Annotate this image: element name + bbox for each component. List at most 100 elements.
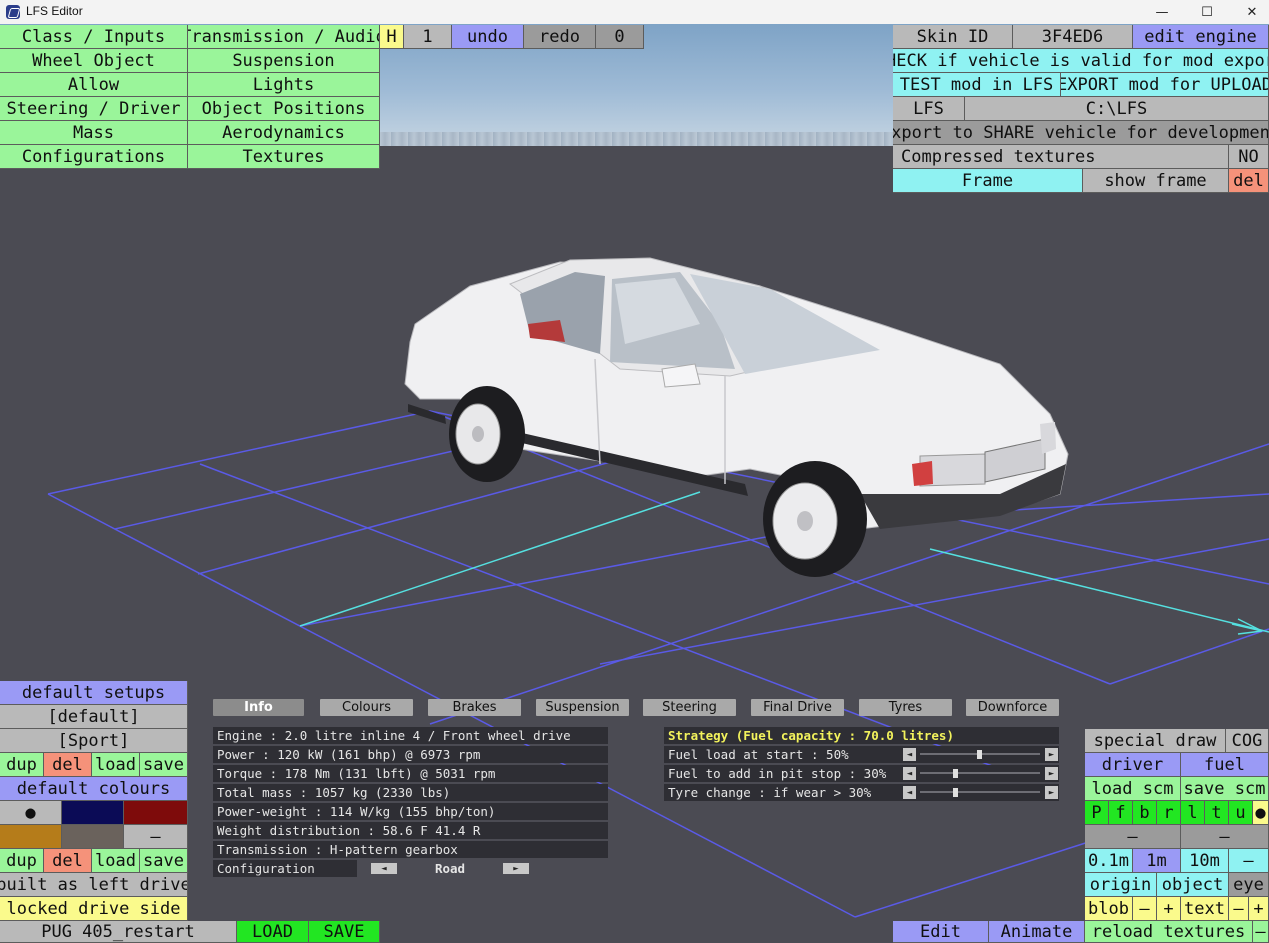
- export-share-button[interactable]: export to SHARE vehicle for development: [893, 121, 1269, 145]
- colour-remove-button[interactable]: –: [124, 825, 188, 849]
- lod-count-button[interactable]: 1: [404, 25, 452, 49]
- toggle-t-button[interactable]: t: [1205, 801, 1229, 825]
- strategy-slider[interactable]: ◄ ►: [900, 765, 1059, 782]
- reload-minus-button[interactable]: –: [1253, 921, 1269, 943]
- setup-default-item[interactable]: [default]: [0, 705, 188, 729]
- tab-tyres[interactable]: Tyres: [859, 699, 952, 716]
- slider-increase-button[interactable]: ►: [1045, 786, 1058, 799]
- slider-decrease-button[interactable]: ◄: [903, 786, 916, 799]
- slider-increase-button[interactable]: ►: [1045, 748, 1058, 761]
- object-button[interactable]: object: [1157, 873, 1229, 897]
- menu-transmission-audio[interactable]: Transmission / Audio: [188, 25, 380, 49]
- colour-del-button[interactable]: del: [44, 849, 92, 873]
- tab-downforce[interactable]: Downforce: [966, 699, 1059, 716]
- tab-steering[interactable]: Steering: [643, 699, 736, 716]
- slider-knob[interactable]: [977, 750, 982, 759]
- redo-button[interactable]: redo: [524, 25, 596, 49]
- default-colours-header[interactable]: default colours: [0, 777, 188, 801]
- check-mod-button[interactable]: CHECK if vehicle is valid for mod export: [893, 49, 1269, 73]
- frame-button[interactable]: Frame: [893, 169, 1083, 193]
- colour-swatch-navy[interactable]: [62, 801, 124, 825]
- menu-object-positions[interactable]: Object Positions: [188, 97, 380, 121]
- origin-button[interactable]: origin: [1085, 873, 1157, 897]
- show-frame-button[interactable]: show frame: [1083, 169, 1229, 193]
- load-scm-button[interactable]: load scm: [1085, 777, 1181, 801]
- menu-mass[interactable]: Mass: [0, 121, 188, 145]
- blob-minus-button[interactable]: –: [1133, 897, 1157, 921]
- setup-sport-item[interactable]: [Sport]: [0, 729, 188, 753]
- special-draw-button[interactable]: special draw: [1085, 729, 1226, 753]
- colour-save-button[interactable]: save: [140, 849, 188, 873]
- tab-info[interactable]: Info: [213, 699, 304, 716]
- delete-frame-button[interactable]: del: [1229, 169, 1269, 193]
- maximize-button[interactable]: ☐: [1184, 0, 1230, 24]
- test-mod-button[interactable]: TEST mod in LFS: [893, 73, 1061, 97]
- close-button[interactable]: ✕: [1229, 0, 1269, 24]
- edit-engine-button[interactable]: edit engine: [1133, 25, 1269, 49]
- slider-decrease-button[interactable]: ◄: [903, 767, 916, 780]
- step-1m-button[interactable]: 1m: [1133, 849, 1181, 873]
- skin-id-value[interactable]: 3F4ED6: [1013, 25, 1133, 49]
- locked-drive-side-button[interactable]: locked drive side: [0, 897, 188, 921]
- menu-textures[interactable]: Textures: [188, 145, 380, 169]
- lfs-path-field[interactable]: C:\LFS: [965, 97, 1269, 121]
- setup-dup-button[interactable]: dup: [0, 753, 44, 777]
- strategy-slider[interactable]: ◄ ►: [900, 784, 1059, 801]
- config-prev-button[interactable]: ◄: [371, 863, 397, 874]
- blob-plus-button[interactable]: +: [1157, 897, 1181, 921]
- driver-button[interactable]: driver: [1085, 753, 1181, 777]
- slider-knob[interactable]: [953, 788, 958, 797]
- built-as-left-drive-button[interactable]: built as left drive: [0, 873, 188, 897]
- save-car-button[interactable]: SAVE: [309, 921, 380, 943]
- toggle-l-button[interactable]: l: [1181, 801, 1205, 825]
- text-button[interactable]: text: [1181, 897, 1229, 921]
- animate-mode-button[interactable]: Animate: [989, 921, 1085, 943]
- step-10m-button[interactable]: 10m: [1181, 849, 1229, 873]
- toggle-u-button[interactable]: u: [1229, 801, 1253, 825]
- setup-del-button[interactable]: del: [44, 753, 92, 777]
- strategy-slider[interactable]: ◄ ►: [900, 746, 1059, 763]
- menu-steering-driver[interactable]: Steering / Driver: [0, 97, 188, 121]
- eye-button[interactable]: eye: [1229, 873, 1269, 897]
- colour-swatch-maroon[interactable]: [124, 801, 188, 825]
- toggle-r-button[interactable]: r: [1157, 801, 1181, 825]
- slider-decrease-button[interactable]: ◄: [903, 748, 916, 761]
- fuel-button[interactable]: fuel: [1181, 753, 1269, 777]
- minimize-button[interactable]: —: [1139, 0, 1185, 24]
- config-next-button[interactable]: ►: [503, 863, 529, 874]
- compressed-textures-toggle[interactable]: NO: [1229, 145, 1269, 169]
- text-plus-button[interactable]: +: [1249, 897, 1269, 921]
- default-setups-header[interactable]: default setups: [0, 681, 188, 705]
- step-0-1m-button[interactable]: 0.1m: [1085, 849, 1133, 873]
- menu-suspension[interactable]: Suspension: [188, 49, 380, 73]
- colour-selector-dot[interactable]: ●: [0, 801, 62, 825]
- h-toggle-button[interactable]: H: [380, 25, 404, 49]
- text-minus-button[interactable]: –: [1229, 897, 1249, 921]
- tab-colours[interactable]: Colours: [320, 699, 413, 716]
- load-car-button[interactable]: LOAD: [237, 921, 309, 943]
- cog-button[interactable]: COG: [1226, 729, 1269, 753]
- toggle-f-button[interactable]: f: [1109, 801, 1133, 825]
- tab-suspension[interactable]: Suspension: [536, 699, 629, 716]
- menu-configurations[interactable]: Configurations: [0, 145, 188, 169]
- car-name-field[interactable]: PUG 405_restart: [0, 921, 237, 943]
- reload-textures-button[interactable]: reload textures: [1085, 921, 1253, 943]
- save-scm-button[interactable]: save scm: [1181, 777, 1269, 801]
- toggle-p-button[interactable]: P: [1085, 801, 1109, 825]
- blob-button[interactable]: blob: [1085, 897, 1133, 921]
- colour-swatch-orange[interactable]: [0, 825, 62, 849]
- setup-save-button[interactable]: save: [140, 753, 188, 777]
- toggle-b-button[interactable]: b: [1133, 801, 1157, 825]
- tab-final-drive[interactable]: Final Drive: [751, 699, 844, 716]
- step-minus-button[interactable]: –: [1229, 849, 1269, 873]
- toggle-dot-button[interactable]: ●: [1253, 801, 1269, 825]
- setup-load-button[interactable]: load: [92, 753, 140, 777]
- undo-button[interactable]: undo: [452, 25, 524, 49]
- menu-aerodynamics[interactable]: Aerodynamics: [188, 121, 380, 145]
- menu-allow[interactable]: Allow: [0, 73, 188, 97]
- slider-knob[interactable]: [953, 769, 958, 778]
- colour-dup-button[interactable]: dup: [0, 849, 44, 873]
- menu-lights[interactable]: Lights: [188, 73, 380, 97]
- remove-left-button[interactable]: –: [1085, 825, 1181, 849]
- colour-swatch-grey[interactable]: [62, 825, 124, 849]
